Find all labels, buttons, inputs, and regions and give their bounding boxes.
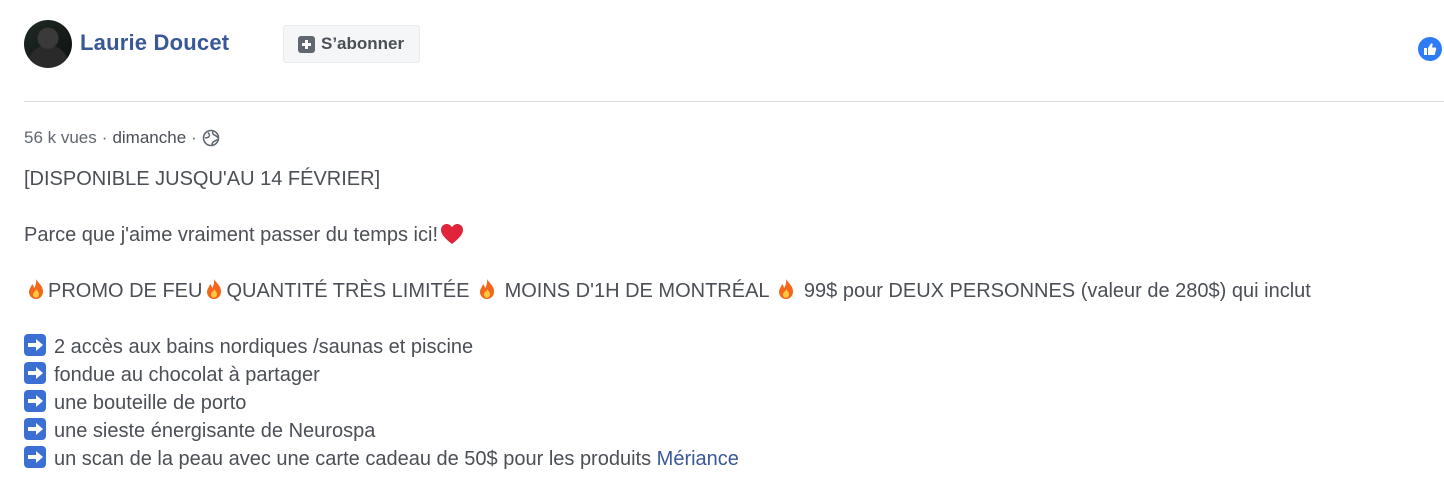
right-arrow-icon bbox=[24, 418, 46, 440]
subscribe-button[interactable]: S’abonner bbox=[283, 25, 421, 63]
meta-separator: · bbox=[101, 128, 108, 147]
list-item-text: 2 accès aux bains nordiques /saunas et p… bbox=[54, 336, 474, 358]
author-name-link[interactable]: Laurie Doucet bbox=[80, 30, 229, 56]
list-item: 2 accès aux bains nordiques /saunas et p… bbox=[24, 333, 1434, 361]
list-item: un scan de la peau avec une carte cadeau… bbox=[24, 445, 1434, 473]
right-arrow-icon bbox=[24, 362, 46, 384]
plus-square-icon bbox=[298, 35, 315, 53]
list-item-text: une sieste énergisante de Neurospa bbox=[54, 420, 376, 442]
post-meta: 56 k vues · dimanche · bbox=[24, 128, 220, 148]
promo-text-1: PROMO DE FEU bbox=[48, 280, 203, 302]
post-intro: Parce que j'aime vraiment passer du temp… bbox=[24, 221, 1434, 249]
list-item-text: fondue au chocolat à partager bbox=[54, 364, 320, 386]
promo-line: PROMO DE FEU QUANTITÉ TRÈS LIMITÉE MOINS … bbox=[24, 277, 1434, 305]
fire-emoji-icon bbox=[204, 278, 224, 300]
post-headline: [DISPONIBLE JUSQU'AU 14 FÉVRIER] bbox=[24, 168, 381, 190]
list-item-text: un scan de la peau avec une carte cadeau… bbox=[54, 448, 657, 470]
fire-emoji-icon bbox=[776, 278, 796, 300]
promo-text-2: QUANTITÉ TRÈS LIMITÉE bbox=[226, 280, 476, 302]
post-body: [DISPONIBLE JUSQU'AU 14 FÉVRIER] Parce q… bbox=[24, 165, 1434, 473]
view-count: 56 k vues bbox=[24, 128, 97, 147]
promo-text-4: 99$ pour DEUX PERSONNES (valeur de 280$)… bbox=[798, 280, 1311, 302]
fire-emoji-icon bbox=[477, 278, 497, 300]
like-icon[interactable] bbox=[1418, 37, 1442, 61]
list-item: fondue au chocolat à partager bbox=[24, 361, 1434, 389]
globe-icon bbox=[202, 129, 220, 147]
post-date-link[interactable]: dimanche bbox=[112, 128, 186, 148]
right-arrow-icon bbox=[24, 446, 46, 468]
right-arrow-icon bbox=[24, 390, 46, 412]
right-arrow-icon bbox=[24, 334, 46, 356]
divider bbox=[24, 101, 1444, 102]
list-item: une bouteille de porto bbox=[24, 389, 1434, 417]
subscribe-label: S’abonner bbox=[321, 34, 405, 53]
fire-emoji-icon bbox=[26, 278, 46, 300]
intro-text: Parce que j'aime vraiment passer du temp… bbox=[24, 224, 438, 246]
heart-emoji-icon bbox=[440, 223, 464, 245]
promo-text-3: MOINS D'1H DE MONTRÉAL bbox=[499, 280, 775, 302]
list-item: une sieste énergisante de Neurospa bbox=[24, 417, 1434, 445]
post-header: Laurie Doucet S’abonner bbox=[24, 20, 1444, 68]
list-item-text: une bouteille de porto bbox=[54, 392, 247, 414]
facebook-post: Laurie Doucet S’abonner 56 k vues · dima… bbox=[0, 0, 1444, 486]
meta-separator: · bbox=[191, 128, 197, 147]
meriance-link[interactable]: Mériance bbox=[657, 448, 739, 470]
avatar[interactable] bbox=[24, 20, 72, 68]
